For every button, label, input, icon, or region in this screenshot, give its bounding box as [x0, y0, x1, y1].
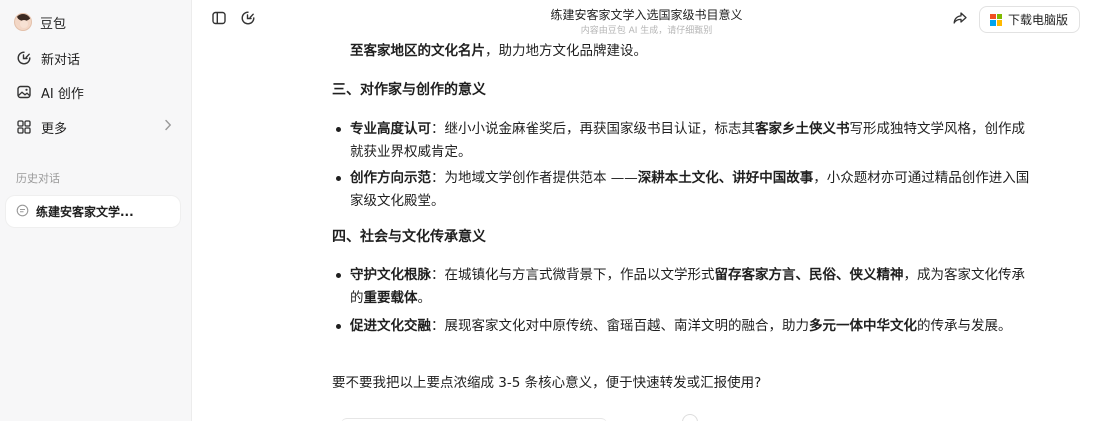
windows-logo-icon — [990, 13, 1002, 26]
bullet-label: 守护文化根脉 — [350, 267, 431, 283]
bullet-label: 创作方向示范 — [350, 170, 431, 186]
sidebar-item-new-chat[interactable]: 新对话 — [8, 44, 184, 72]
sidebar-item-label: 更多 — [41, 121, 68, 137]
share-icon — [952, 10, 968, 30]
history-item-label: 练建安客家文学... — [36, 205, 134, 219]
bullet-dot — [336, 324, 341, 329]
list-item-text: 促进文化交融：展现客家文化对中原传统、畲瑶百越、南洋文明的融合，助力多元一体中华… — [350, 315, 1032, 338]
grid-icon — [16, 119, 32, 135]
bullet-dot — [336, 176, 341, 181]
text: 。 — [417, 290, 432, 306]
bold-text: 多元一体中华文化 — [809, 318, 917, 334]
sidebar-item-label: AI 创作 — [41, 86, 84, 102]
section-heading: 三、对作家与创作的意义 — [332, 82, 486, 98]
text: ：为地域文学创作者提供范本 —— — [431, 170, 638, 186]
text: 的传承与发展。 — [917, 318, 1012, 334]
bullet-dot — [336, 127, 341, 132]
app-window: 豆包 新对话 AI 创作 更多 历史对话 练建安客家文学... 练建安客家文学入… — [0, 0, 1100, 421]
image-icon — [16, 84, 32, 100]
bold-text: 重要载体 — [363, 290, 418, 306]
bold-text: 客家乡土侠义书 — [755, 121, 850, 137]
text: ，助力地方文化品牌建设。 — [485, 43, 647, 59]
sidebar-item-ai-create[interactable]: AI 创作 — [8, 78, 184, 106]
scroll-to-bottom-button[interactable] — [683, 415, 697, 421]
history-section-title: 历史对话 — [16, 172, 60, 185]
history-item[interactable]: 练建安客家文学... — [6, 196, 180, 227]
bullet-label: 促进文化交融 — [350, 318, 431, 334]
bold-text: 留存客家方言、民俗、侠义精神 — [714, 267, 904, 283]
follow-up-question: 要不要我把以上要点浓缩成 3-5 条核心意义，便于快速转发或汇报使用? — [332, 375, 762, 391]
section-heading: 四、社会与文化传承意义 — [332, 229, 486, 245]
brand-name: 豆包 — [40, 16, 67, 32]
text: ：展现客家文化对中原传统、畲瑶百越、南洋文明的融合，助力 — [431, 318, 809, 334]
chevron-right-icon — [164, 119, 172, 135]
bold-text: 至客家地区的文化名片 — [350, 43, 485, 59]
new-chat-icon — [16, 50, 32, 66]
chat-bubble-icon — [16, 202, 29, 221]
bullet-label: 专业高度认可 — [350, 121, 431, 137]
chat-header: 练建安客家文学入选国家级书目意义 内容由豆包 AI 生成，请仔细甄别 下载电脑版 — [193, 0, 1100, 40]
text: ：继小小说金麻雀奖后，再获国家级书目认证，标志其 — [431, 121, 755, 137]
download-desktop-button[interactable]: 下载电脑版 — [979, 6, 1080, 33]
text: ：在城镇化与方言式微背景下，作品以文学形式 — [431, 267, 715, 283]
sidebar-item-label: 新对话 — [41, 52, 81, 68]
paragraph: 至客家地区的文化名片，助力地方文化品牌建设。 — [350, 40, 647, 63]
list-item-text: 创作方向示范：为地域文学创作者提供范本 ——深耕本土文化、讲好中国故事，小众题材… — [350, 167, 1032, 213]
list-item-text: 专业高度认可：继小小说金麻雀奖后，再获国家级书目认证，标志其客家乡土侠义书写形成… — [350, 118, 1032, 164]
sidebar-item-more[interactable]: 更多 — [8, 113, 184, 141]
download-label: 下载电脑版 — [1008, 13, 1069, 27]
list-item-text: 守护文化根脉：在城镇化与方言式微背景下，作品以文学形式留存客家方言、民俗、侠义精… — [350, 264, 1032, 310]
sidebar: 豆包 新对话 AI 创作 更多 历史对话 练建安客家文学... — [0, 0, 192, 421]
brand[interactable]: 豆包 — [14, 10, 66, 34]
bullet-dot — [336, 273, 341, 278]
doubao-avatar-icon — [14, 13, 32, 31]
bold-text: 深耕本土文化、讲好中国故事 — [637, 170, 814, 186]
share-button[interactable] — [950, 10, 970, 30]
chat-content: 至客家地区的文化名片，助力地方文化品牌建设。 三、对作家与创作的意义 专业高度认… — [193, 40, 1100, 421]
